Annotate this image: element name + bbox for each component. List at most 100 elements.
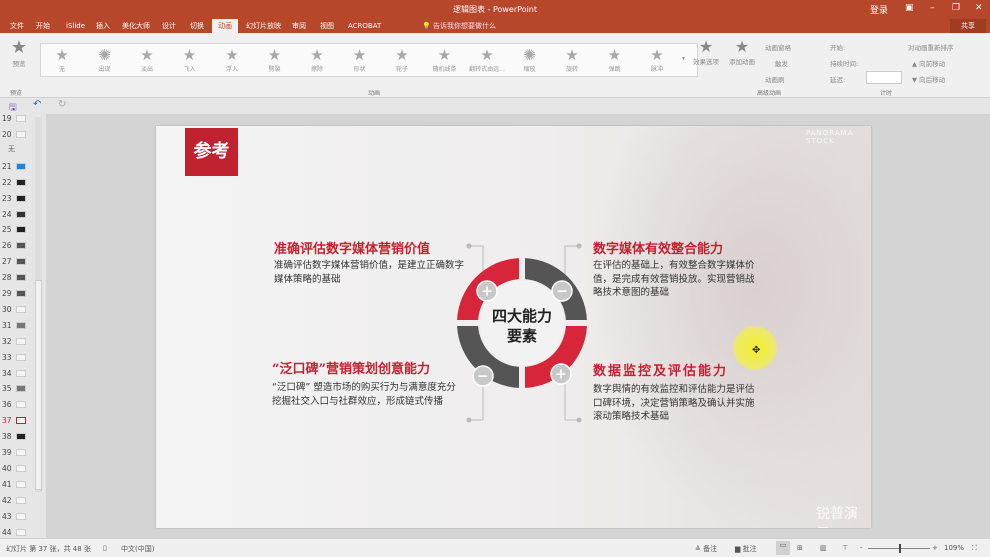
undo-icon[interactable]: ↶ — [33, 99, 41, 110]
effect-options-button[interactable]: ★ 效果选项 — [692, 37, 720, 66]
animation-painter-button[interactable]: 动画刷 — [765, 74, 785, 84]
notes-button[interactable]: ≙ 备注 — [695, 544, 717, 554]
animation-option[interactable]: ★ 脉冲 — [636, 46, 678, 73]
tab-9[interactable]: 审阅 — [286, 19, 312, 33]
delay-input[interactable] — [866, 71, 902, 84]
language[interactable]: 中文(中国) — [121, 544, 154, 554]
star-play-icon: ★ — [10, 37, 28, 58]
tab-7[interactable]: 动画 — [212, 19, 238, 33]
add-animation-button[interactable]: ★ 添加动画 — [728, 37, 756, 66]
thumbnail-preview — [16, 464, 26, 472]
animation-pane-button[interactable]: 动画窗格 — [765, 42, 791, 52]
slide-number: 31 — [2, 320, 12, 330]
normal-view-icon[interactable]: ▭ — [776, 541, 790, 555]
thumbnail-preview — [16, 290, 26, 297]
connector-dot — [576, 243, 582, 249]
animation-option[interactable]: ✺ 缩放 — [509, 46, 551, 73]
block-body: 在评估的基础上，有效整合数字媒体价值，是完成有效营销投放。实现营销战略技术意图的… — [593, 260, 755, 298]
section-header[interactable]: 无 — [8, 144, 15, 154]
animation-option[interactable]: ★ 无 — [41, 46, 83, 73]
tab-5[interactable]: 设计 — [156, 19, 182, 33]
animation-option[interactable]: ★ 淡出 — [126, 46, 168, 73]
add-star-icon: ★ — [734, 37, 750, 56]
animation-option[interactable]: ★ 劈裂 — [254, 46, 296, 73]
thumbnail-preview — [16, 210, 26, 218]
move-later-button[interactable]: ▼ 向后移动 — [912, 74, 945, 84]
title-bar: 逻辑图表 - PowerPoint 登录 ▣ – ❐ ✕ 💡 告诉我你想要做什么… — [0, 0, 990, 33]
thumbnail-preview — [16, 337, 26, 345]
restore-icon[interactable]: ❐ — [952, 3, 960, 13]
thumbnail-preview — [16, 258, 26, 266]
zoom-out-icon[interactable]: - — [860, 544, 863, 552]
trigger-button[interactable]: 触发 — [775, 58, 788, 68]
slide-thumbnail[interactable]: 42 — [2, 494, 42, 508]
thumbnail-scroll-thumb[interactable] — [35, 280, 42, 490]
animation-option[interactable]: ★ 浮入 — [211, 46, 253, 73]
animation-option[interactable]: ★ 形状 — [339, 46, 381, 73]
gallery-more-icon[interactable]: ▾ — [682, 55, 685, 62]
tab-4[interactable]: 美化大师 — [116, 19, 156, 33]
tab-3[interactable]: 插入 — [90, 19, 116, 33]
slide-number: 32 — [2, 336, 12, 346]
status-bar: 幻灯片 第 37 张，共 48 张 ▯ 中文(中国) ≙ 备注 ▆ 批注 ▭ ⊞… — [0, 538, 990, 557]
tab-2[interactable]: iSlide — [60, 19, 91, 33]
zoom-slider-thumb[interactable] — [899, 544, 901, 553]
preview-button[interactable]: ★ 预览 — [8, 37, 30, 68]
slide-number: 28 — [2, 273, 12, 283]
thumbnail-preview — [16, 353, 26, 361]
ribbon-display-icon[interactable]: ▣ — [905, 3, 914, 13]
minus-icon: − — [477, 369, 489, 385]
tell-me-search[interactable]: 💡 告诉我你想要做什么 — [416, 19, 502, 33]
animation-option[interactable]: ✺ 出现 — [84, 46, 126, 73]
connector-dot — [466, 417, 472, 423]
animation-option[interactable]: ★ 擦除 — [296, 46, 338, 73]
block-body: 数字舆情的有效监控和评估能力是评估口碑环境，决定营销策略及确认并实施滚动策略技术… — [593, 384, 755, 422]
thumbnail-preview — [16, 496, 26, 504]
slide-number: 27 — [2, 257, 12, 267]
animation-label: 随机线条 — [432, 66, 457, 73]
slideshow-icon[interactable]: ⊤ — [842, 544, 848, 552]
close-icon[interactable]: ✕ — [975, 3, 983, 13]
animation-star-icon: ★ — [310, 46, 324, 64]
zoom-in-icon[interactable]: + — [932, 544, 938, 552]
block-body: “泛口碑” 塑造市场的购买行为与满意度充分挖掘社交入口与社群效应，形成链式传播 — [272, 382, 456, 407]
share-button[interactable]: 共享 — [950, 19, 986, 33]
animation-star-icon: ✺ — [523, 46, 536, 64]
tab-1[interactable]: 开始 — [30, 19, 56, 33]
comments-button[interactable]: ▆ 批注 — [735, 544, 757, 554]
redo-icon[interactable]: ↻ — [58, 99, 66, 110]
minimize-icon[interactable]: – — [930, 3, 935, 13]
thumbnail-preview — [16, 305, 26, 313]
animation-option[interactable]: ★ 翻转式由远... — [466, 46, 508, 73]
slide-number: 26 — [2, 241, 12, 251]
plus-icon: + — [555, 367, 567, 383]
animation-option[interactable]: ★ 轮子 — [381, 46, 423, 73]
animation-option[interactable]: ★ 飞入 — [169, 46, 211, 73]
slide-number: 44 — [2, 527, 12, 537]
animation-star-icon: ★ — [267, 46, 282, 64]
thumbnail-preview — [16, 385, 26, 393]
notes-label: 备注 — [703, 545, 718, 553]
slide-number: 37 — [2, 416, 12, 426]
tab-6[interactable]: 切换 — [184, 19, 210, 33]
tab-10[interactable]: 视图 — [314, 19, 340, 33]
effect-options-label: 效果选项 — [693, 58, 719, 66]
tab-8[interactable]: 幻灯片放映 — [240, 19, 287, 33]
tab-0[interactable]: 文件 — [4, 19, 30, 33]
spellcheck-icon[interactable]: ▯ — [103, 544, 107, 552]
slide-canvas[interactable]: 参考 PANORAMA STOCK 锐普演示 +−−+ 四大能力 要素 准确评估… — [156, 126, 871, 528]
zoom-level[interactable]: 109% — [944, 544, 964, 552]
slide-thumbnail[interactable]: 43 — [2, 510, 42, 524]
animation-option[interactable]: ★ 旋转 — [551, 46, 593, 73]
move-earlier-button[interactable]: ▲ 向前移动 — [912, 58, 945, 68]
animation-option[interactable]: ★ 随机线条 — [424, 46, 466, 73]
reading-view-icon[interactable]: ▥ — [820, 544, 827, 552]
animation-option[interactable]: ★ 弹跳 — [594, 46, 636, 73]
slide-sorter-icon[interactable]: ⊞ — [797, 544, 803, 552]
slide-counter[interactable]: 幻灯片 第 37 张，共 48 张 — [6, 544, 91, 554]
fit-slide-icon[interactable]: ⛶ — [972, 544, 977, 553]
animation-label: 脉冲 — [650, 66, 663, 73]
slide-number: 23 — [2, 193, 12, 203]
login-link[interactable]: 登录 — [870, 3, 888, 16]
tab-11[interactable]: ACROBAT — [342, 19, 387, 33]
